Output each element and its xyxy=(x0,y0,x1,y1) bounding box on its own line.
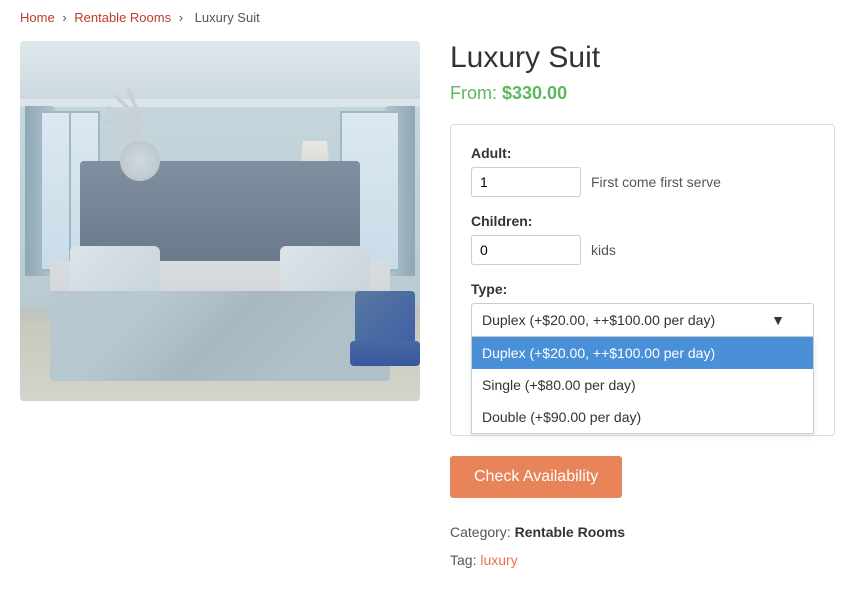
img-chair xyxy=(350,291,420,371)
type-option-single[interactable]: Single (+$80.00 per day) xyxy=(472,369,813,401)
category-row: Category: Rentable Rooms xyxy=(450,518,835,546)
category-value: Rentable Rooms xyxy=(515,524,625,540)
price-label: From: xyxy=(450,83,497,103)
breadcrumb-home[interactable]: Home xyxy=(20,10,55,25)
price-value: $330.00 xyxy=(502,83,567,103)
children-label: Children: xyxy=(471,213,814,229)
tag-label: Tag: xyxy=(450,552,476,568)
booking-box: Adult: First come first serve Children: … xyxy=(450,124,835,436)
adult-field-group: Adult: First come first serve xyxy=(471,145,814,197)
adult-hint: First come first serve xyxy=(591,174,721,190)
tag-value[interactable]: luxury xyxy=(480,552,517,568)
adult-input[interactable] xyxy=(471,167,581,197)
img-bed xyxy=(50,221,390,381)
type-label: Type: xyxy=(471,281,814,297)
children-field-row: kids xyxy=(471,235,814,265)
img-chair-seat xyxy=(350,341,420,366)
adult-label: Adult: xyxy=(471,145,814,161)
type-field-group: Type: Duplex (+$20.00, ++$100.00 per day… xyxy=(471,281,814,337)
category-label: Category: xyxy=(450,524,511,540)
room-details: Luxury Suit From: $330.00 Adult: First c… xyxy=(450,41,835,574)
img-crown xyxy=(20,99,420,107)
dropdown-arrow-icon: ▼ xyxy=(771,312,785,328)
type-dropdown-selected-text: Duplex (+$20.00, ++$100.00 per day) xyxy=(482,312,771,328)
room-image xyxy=(20,41,420,401)
img-ceiling xyxy=(20,41,420,101)
img-mirror-circle xyxy=(120,141,160,181)
room-image-canvas xyxy=(20,41,420,401)
children-field-group: Children: kids xyxy=(471,213,814,265)
img-chair-back xyxy=(355,291,415,341)
type-dropdown[interactable]: Duplex (+$20.00, ++$100.00 per day) ▼ Du… xyxy=(471,303,814,337)
breadcrumb: Home › Rentable Rooms › Luxury Suit xyxy=(20,10,835,25)
type-dropdown-list: Duplex (+$20.00, ++$100.00 per day) Sing… xyxy=(471,337,814,434)
room-title: Luxury Suit xyxy=(450,41,835,75)
type-option-double[interactable]: Double (+$90.00 per day) xyxy=(472,401,813,433)
breadcrumb-separator-2: › xyxy=(179,10,187,25)
breadcrumb-current: Luxury Suit xyxy=(195,10,260,25)
room-price: From: $330.00 xyxy=(450,83,835,104)
main-content: Luxury Suit From: $330.00 Adult: First c… xyxy=(20,41,835,574)
meta-info: Category: Rentable Rooms Tag: luxury xyxy=(450,518,835,574)
type-dropdown-display[interactable]: Duplex (+$20.00, ++$100.00 per day) ▼ xyxy=(471,303,814,337)
type-option-duplex[interactable]: Duplex (+$20.00, ++$100.00 per day) xyxy=(472,337,813,369)
adult-field-row: First come first serve xyxy=(471,167,814,197)
check-availability-button[interactable]: Check Availability xyxy=(450,456,622,498)
children-hint: kids xyxy=(591,242,616,258)
tag-row: Tag: luxury xyxy=(450,546,835,574)
breadcrumb-separator-1: › xyxy=(62,10,70,25)
breadcrumb-rentable-rooms[interactable]: Rentable Rooms xyxy=(74,10,171,25)
children-input[interactable] xyxy=(471,235,581,265)
img-bedcover xyxy=(50,291,390,381)
